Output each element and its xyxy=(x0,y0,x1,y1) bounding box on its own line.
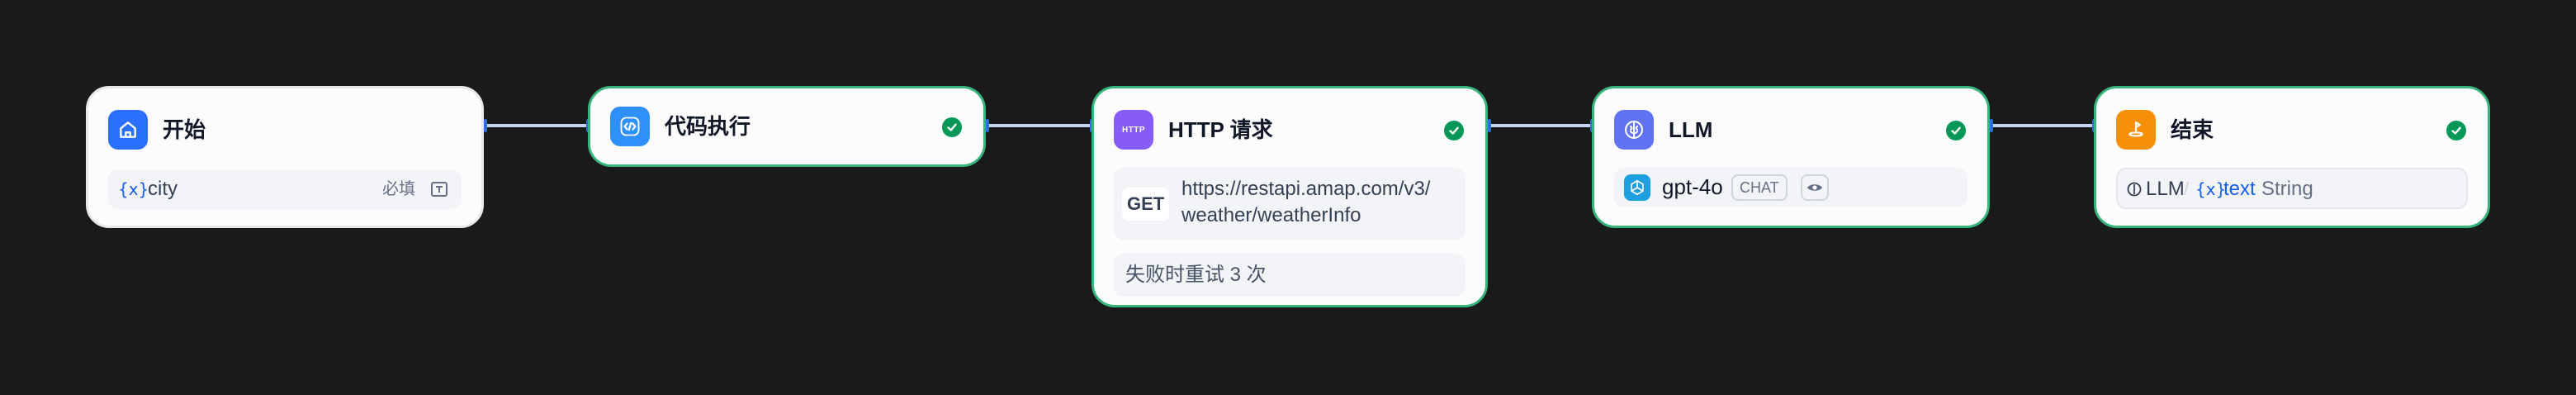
workflow-canvas[interactable]: 开始 {x} city 必填 代码执行 HTTP HTTP 请求 GET htt… xyxy=(0,0,2576,395)
llm-output-handle[interactable] xyxy=(1990,119,1993,132)
http-url-line-2: weather/weatherInfo xyxy=(1181,204,1361,226)
llm-model-panel[interactable]: gpt-4o CHAT xyxy=(1614,168,1968,207)
node-http-header: HTTP HTTP 请求 xyxy=(1114,110,1466,150)
llm-source-icon xyxy=(2126,181,2143,198)
check-circle-icon xyxy=(1946,121,1966,140)
check-circle-icon xyxy=(942,117,962,137)
node-start-header: 开始 xyxy=(108,110,462,150)
text-input-icon xyxy=(430,180,448,198)
node-end[interactable]: 结束 LLM / {x} text String xyxy=(2094,86,2490,228)
end-output-name: text xyxy=(2223,178,2256,200)
variable-icon: {x} xyxy=(2195,179,2227,199)
end-output-variable[interactable]: LLM / {x} text String xyxy=(2116,168,2468,209)
brain-icon xyxy=(1614,110,1654,150)
node-start-title: 开始 xyxy=(163,117,206,142)
http-icon: HTTP xyxy=(1114,110,1153,150)
eye-icon[interactable] xyxy=(1801,174,1829,201)
node-llm-header: LLM xyxy=(1614,110,1968,150)
http-output-handle[interactable] xyxy=(1488,119,1491,132)
end-output-separator: / xyxy=(2184,178,2190,199)
node-start[interactable]: 开始 {x} city 必填 xyxy=(86,86,484,228)
node-http[interactable]: HTTP HTTP 请求 GET https://restapi.amap.co… xyxy=(1091,86,1488,307)
http-retry-panel: 失败时重试 3 次 xyxy=(1114,254,1466,297)
code-output-handle[interactable] xyxy=(986,119,989,132)
node-llm-title: LLM xyxy=(1669,117,1713,142)
node-end-header: 结束 xyxy=(2116,110,2468,150)
end-output-source: LLM xyxy=(2146,178,2185,200)
start-output-handle[interactable] xyxy=(484,119,487,132)
check-circle-icon xyxy=(2446,121,2466,140)
http-url-line-1: https://restapi.amap.com/v3/ xyxy=(1181,178,1431,200)
node-http-title: HTTP 请求 xyxy=(1168,117,1273,142)
code-icon xyxy=(610,107,650,146)
end-output-type: String xyxy=(2261,178,2313,200)
llm-model-name: gpt-4o xyxy=(1662,174,1723,199)
check-circle-icon xyxy=(1444,121,1464,140)
flag-icon xyxy=(2116,110,2156,150)
node-end-title: 结束 xyxy=(2171,117,2214,142)
llm-mode-tag: CHAT xyxy=(1731,174,1788,201)
http-method-badge: GET xyxy=(1122,188,1170,221)
start-variable-required: 必填 xyxy=(382,180,415,198)
http-retry-text: 失败时重试 3 次 xyxy=(1125,264,1267,286)
variable-icon: {x} xyxy=(118,179,149,199)
node-code[interactable]: 代码执行 xyxy=(588,86,986,167)
start-variable-row[interactable]: {x} city 必填 xyxy=(108,169,462,209)
home-icon xyxy=(108,110,148,150)
openai-icon xyxy=(1624,174,1650,201)
node-code-header: 代码执行 xyxy=(610,107,964,146)
http-request-panel[interactable]: GET https://restapi.amap.com/v3/ weather… xyxy=(1114,168,1466,240)
node-code-title: 代码执行 xyxy=(665,114,751,139)
node-llm[interactable]: LLM gpt-4o CHAT xyxy=(1592,86,1990,228)
start-variable-name: city xyxy=(148,178,178,200)
